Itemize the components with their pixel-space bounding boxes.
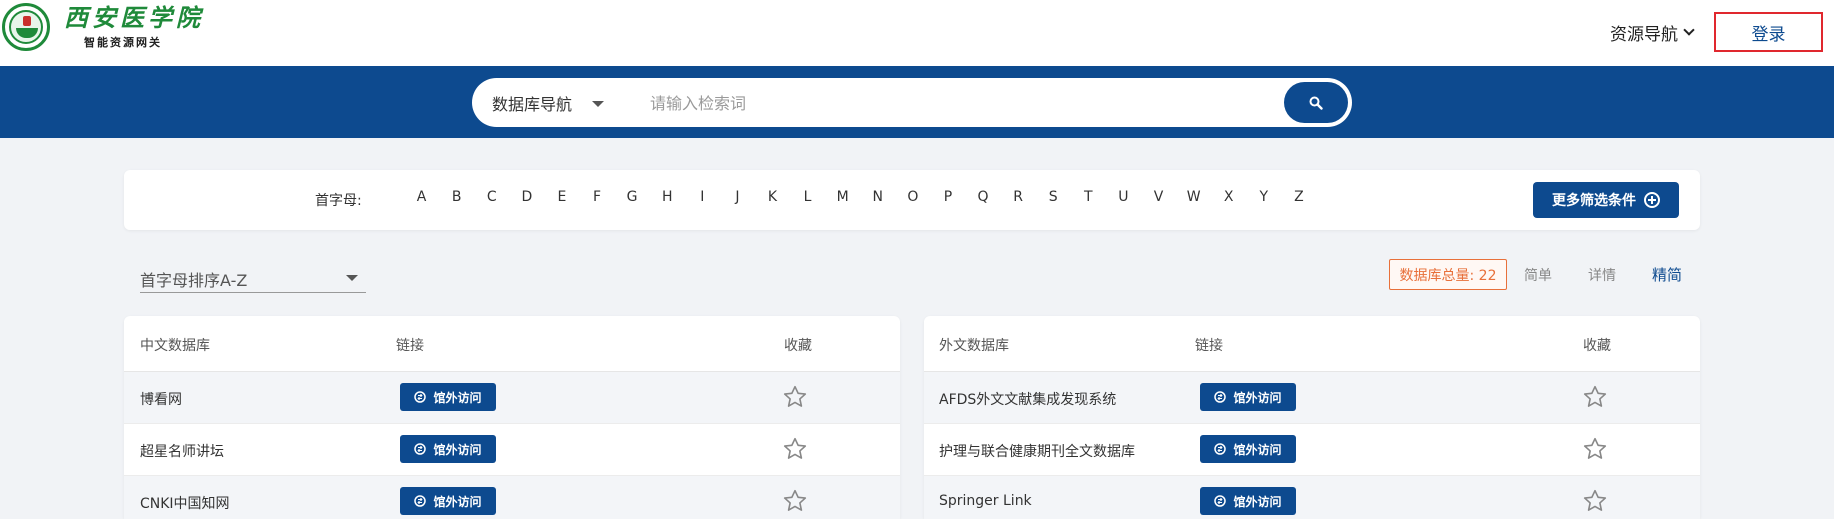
letter-k[interactable]: K bbox=[755, 189, 790, 205]
table-row: CNKI中国知网 馆外访问 bbox=[124, 476, 900, 519]
access-icon bbox=[1214, 443, 1227, 455]
letter-g[interactable]: G bbox=[615, 189, 650, 205]
favorite-star-icon[interactable] bbox=[1582, 384, 1608, 410]
search-input[interactable] bbox=[650, 88, 1150, 118]
column-header-name: 中文数据库 bbox=[140, 338, 210, 354]
favorite-star-icon[interactable] bbox=[782, 436, 808, 462]
site-logo[interactable]: 西安医学院 智能资源网关 bbox=[2, 3, 204, 51]
letter-l[interactable]: L bbox=[790, 189, 825, 205]
database-name[interactable]: 护理与联合健康期刊全文数据库 bbox=[939, 441, 1135, 461]
resource-nav-dropdown[interactable]: 资源导航 bbox=[1610, 20, 1695, 45]
plus-circle-icon bbox=[1644, 192, 1660, 208]
favorite-star-icon[interactable] bbox=[1582, 488, 1608, 514]
login-button[interactable]: 登录 bbox=[1714, 12, 1823, 52]
letter-j[interactable]: J bbox=[720, 189, 755, 205]
database-name[interactable]: AFDS外文文献集成发现系统 bbox=[939, 389, 1116, 409]
more-filter-label: 更多筛选条件 bbox=[1552, 193, 1636, 209]
letter-z[interactable]: Z bbox=[1281, 189, 1316, 205]
column-header-link: 链接 bbox=[1195, 338, 1223, 354]
table-header: 外文数据库 链接 收藏 bbox=[924, 316, 1700, 372]
more-filter-button[interactable]: 更多筛选条件 bbox=[1533, 182, 1679, 218]
letter-list: A B C D E F G H I J K L M N O P Q R S T … bbox=[404, 189, 1316, 205]
sort-select[interactable]: 首字母排序A-Z bbox=[140, 267, 366, 293]
resource-nav-label: 资源导航 bbox=[1610, 25, 1678, 45]
letter-h[interactable]: H bbox=[650, 189, 685, 205]
letter-c[interactable]: C bbox=[474, 189, 509, 205]
offsite-access-button[interactable]: 馆外访问 bbox=[1200, 435, 1296, 463]
database-name[interactable]: 超星名师讲坛 bbox=[140, 441, 224, 461]
column-header-favorite: 收藏 bbox=[1583, 338, 1611, 354]
offsite-access-button[interactable]: 馆外访问 bbox=[1200, 487, 1296, 515]
view-tab-compact[interactable]: 精简 bbox=[1652, 264, 1682, 285]
letter-b[interactable]: B bbox=[439, 189, 474, 205]
offsite-access-button[interactable]: 馆外访问 bbox=[400, 487, 496, 515]
letter-filter-bar: 首字母: A B C D E F G H I J K L M N O P Q R… bbox=[124, 170, 1700, 230]
letter-i[interactable]: I bbox=[685, 189, 720, 205]
offsite-access-button[interactable]: 馆外访问 bbox=[400, 435, 496, 463]
table-row: Springer Link 馆外访问 bbox=[924, 476, 1700, 519]
access-icon bbox=[1214, 495, 1227, 507]
chevron-down-icon bbox=[1683, 24, 1695, 36]
access-icon bbox=[414, 495, 427, 507]
search-category-label: 数据库导航 bbox=[492, 94, 573, 114]
letter-m[interactable]: M bbox=[825, 189, 860, 205]
letter-p[interactable]: P bbox=[930, 189, 965, 205]
search-band: 数据库导航 bbox=[0, 66, 1834, 138]
letter-x[interactable]: X bbox=[1211, 189, 1246, 205]
database-name[interactable]: Springer Link bbox=[939, 493, 1032, 509]
foreign-database-table: 外文数据库 链接 收藏 AFDS外文文献集成发现系统 馆外访问 护理与联合健康期… bbox=[924, 316, 1700, 519]
database-total-badge: 数据库总量: 22 bbox=[1389, 259, 1507, 290]
search-category-select[interactable]: 数据库导航 bbox=[492, 78, 605, 127]
table-row: AFDS外文文献集成发现系统 馆外访问 bbox=[924, 372, 1700, 424]
search-bar: 数据库导航 bbox=[472, 78, 1352, 127]
search-icon bbox=[1309, 96, 1323, 110]
letter-w[interactable]: W bbox=[1176, 189, 1211, 205]
favorite-star-icon[interactable] bbox=[782, 384, 808, 410]
database-name[interactable]: 博看网 bbox=[140, 389, 182, 409]
letter-u[interactable]: U bbox=[1106, 189, 1141, 205]
offsite-access-button[interactable]: 馆外访问 bbox=[1200, 383, 1296, 411]
logo-title: 西安医学院 bbox=[64, 3, 204, 32]
view-tab-detail[interactable]: 详情 bbox=[1588, 265, 1616, 285]
caret-down-icon bbox=[346, 275, 358, 281]
caret-down-icon bbox=[592, 101, 605, 107]
favorite-star-icon[interactable] bbox=[1582, 436, 1608, 462]
column-header-link: 链接 bbox=[396, 338, 424, 354]
letter-o[interactable]: O bbox=[895, 189, 930, 205]
favorite-star-icon[interactable] bbox=[782, 488, 808, 514]
letter-f[interactable]: F bbox=[579, 189, 614, 205]
search-button[interactable] bbox=[1284, 82, 1348, 123]
logo-subtitle: 智能资源网关 bbox=[84, 36, 162, 49]
letter-d[interactable]: D bbox=[509, 189, 544, 205]
sort-select-value: 首字母排序A-Z bbox=[140, 271, 248, 290]
column-header-favorite: 收藏 bbox=[784, 338, 812, 354]
letter-s[interactable]: S bbox=[1036, 189, 1071, 205]
letter-r[interactable]: R bbox=[1001, 189, 1036, 205]
database-name[interactable]: CNKI中国知网 bbox=[140, 493, 230, 513]
letter-t[interactable]: T bbox=[1071, 189, 1106, 205]
letter-n[interactable]: N bbox=[860, 189, 895, 205]
letter-v[interactable]: V bbox=[1141, 189, 1176, 205]
column-header-name: 外文数据库 bbox=[939, 338, 1009, 354]
letter-filter-label: 首字母: bbox=[315, 193, 362, 209]
table-row: 博看网 馆外访问 bbox=[124, 372, 900, 424]
table-header: 中文数据库 链接 收藏 bbox=[124, 316, 900, 372]
table-row: 护理与联合健康期刊全文数据库 馆外访问 bbox=[924, 424, 1700, 476]
access-icon bbox=[414, 391, 427, 403]
school-seal-icon bbox=[2, 3, 50, 51]
top-header: 西安医学院 智能资源网关 资源导航 登录 bbox=[0, 0, 1834, 66]
view-tab-simple[interactable]: 简单 bbox=[1524, 265, 1552, 285]
letter-a[interactable]: A bbox=[404, 189, 439, 205]
letter-e[interactable]: E bbox=[544, 189, 579, 205]
offsite-access-button[interactable]: 馆外访问 bbox=[400, 383, 496, 411]
table-row: 超星名师讲坛 馆外访问 bbox=[124, 424, 900, 476]
access-icon bbox=[414, 443, 427, 455]
access-icon bbox=[1214, 391, 1227, 403]
letter-y[interactable]: Y bbox=[1246, 189, 1281, 205]
chinese-database-table: 中文数据库 链接 收藏 博看网 馆外访问 超星名师讲坛 馆外访问 CNKI中国知… bbox=[124, 316, 900, 519]
letter-q[interactable]: Q bbox=[966, 189, 1001, 205]
